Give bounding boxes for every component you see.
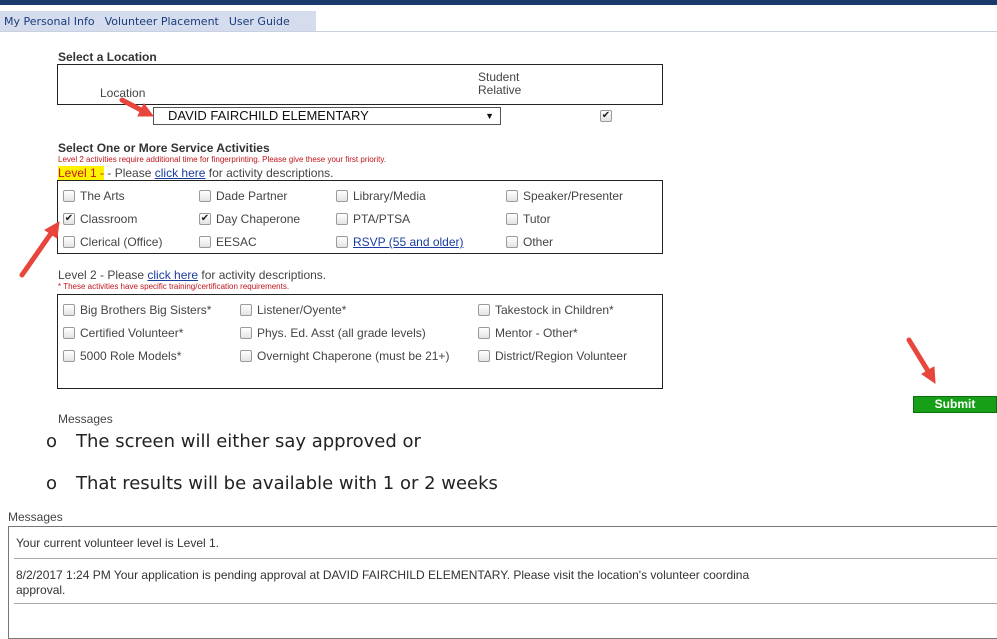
level2-priority-note: Level 2 activities require additional ti…	[58, 155, 387, 164]
level2-click-here-link[interactable]: click here	[147, 268, 198, 282]
checkmark-icon: ✔	[200, 213, 210, 224]
checkmark-icon: ✔	[601, 110, 611, 121]
checkmark-icon: ✔	[64, 213, 74, 224]
level2-description-line: Level 2 - Please click here for activity…	[58, 268, 327, 282]
location-select[interactable]: DAVID FAIRCHILD ELEMENTARY ▼	[153, 107, 501, 125]
level1-label-other: Other	[523, 235, 554, 249]
level1-label-dade-partner: Dade Partner	[216, 189, 288, 203]
level1-checkbox-clerical-office[interactable]	[63, 236, 75, 248]
level2-checkbox-mentor-other[interactable]	[478, 327, 490, 339]
level2-label-takestock-in-children: Takestock in Children*	[495, 303, 614, 317]
message-pending-approval: 8/2/2017 1:24 PM Your application is pen…	[16, 568, 750, 582]
level2-checkbox-5000-role-models[interactable]	[63, 350, 75, 362]
arrow-to-classroom-icon	[19, 221, 60, 278]
messages-panel: Your current volunteer level is Level 1.…	[8, 526, 997, 639]
student-relative-label-1: Student	[478, 70, 520, 84]
level1-label-rsvp-55-and-older[interactable]: RSVP (55 and older)	[353, 235, 464, 249]
arrow-to-submit-icon	[906, 337, 936, 384]
level1-highlight: Level 1 -	[58, 166, 105, 180]
level2-checkbox-overnight-chaperone-must-be-21[interactable]	[240, 350, 252, 362]
bullet-results-available: o That results will be available with 1 o…	[46, 473, 498, 494]
level2-label-mentor-other: Mentor - Other*	[495, 326, 578, 340]
location-heading: Select a Location	[58, 50, 157, 64]
location-select-value: DAVID FAIRCHILD ELEMENTARY	[168, 108, 369, 123]
level2-training-note: * These activities have specific trainin…	[58, 282, 290, 291]
messages-label-top: Messages	[58, 412, 113, 426]
level2-checkbox-big-brothers-big-sisters[interactable]	[63, 304, 75, 316]
submit-button[interactable]: Submit	[913, 396, 997, 413]
level2-label-big-brothers-big-sisters: Big Brothers Big Sisters*	[80, 303, 212, 317]
message-divider	[14, 603, 997, 604]
dropdown-arrow-icon: ▼	[485, 111, 494, 121]
message-current-level: Your current volunteer level is Level 1.	[16, 536, 220, 550]
level1-label-classroom: Classroom	[80, 212, 138, 226]
level1-label-clerical-office: Clerical (Office)	[80, 235, 163, 249]
level1-label-eesac: EESAC	[216, 235, 257, 249]
level2-label-phys-ed-asst-all-grade-levels: Phys. Ed. Asst (all grade levels)	[257, 326, 426, 340]
messages-label: Messages	[8, 510, 63, 524]
level1-checkbox-the-arts[interactable]	[63, 190, 75, 202]
level1-checkbox-classroom[interactable]: ✔	[63, 213, 75, 225]
level1-checkbox-speaker-presenter[interactable]	[506, 190, 518, 202]
level1-label-speaker-presenter: Speaker/Presenter	[523, 189, 624, 203]
level1-checkbox-rsvp-55-and-older[interactable]	[336, 236, 348, 248]
nav-user-guide[interactable]: User Guide	[229, 15, 290, 28]
location-box: Location Student Relative	[57, 64, 663, 105]
level2-checkbox-phys-ed-asst-all-grade-levels[interactable]	[240, 327, 252, 339]
level1-checkbox-day-chaperone[interactable]: ✔	[199, 213, 211, 225]
level1-checkbox-dade-partner[interactable]	[199, 190, 211, 202]
activities-heading: Select One or More Service Activities	[58, 141, 270, 155]
nav-divider	[0, 31, 997, 32]
nav-volunteer-placement[interactable]: Volunteer Placement	[105, 15, 219, 28]
level1-checkbox-library-media[interactable]	[336, 190, 348, 202]
nav-my-personal-info[interactable]: My Personal Info	[4, 15, 95, 28]
level2-checkbox-takestock-in-children[interactable]	[478, 304, 490, 316]
level1-click-here-link[interactable]: click here	[155, 166, 206, 180]
level1-label-day-chaperone: Day Chaperone	[216, 212, 301, 226]
level1-description-line: Level 1 - - Please click here for activi…	[58, 166, 334, 180]
bullet-approved: o The screen will either say approved or	[46, 431, 421, 452]
student-relative-checkbox[interactable]: ✔	[600, 110, 612, 122]
level2-label-listener-oyente: Listener/Oyente*	[257, 303, 347, 317]
level1-label-library-media: Library/Media	[353, 189, 426, 203]
level1-checkbox-eesac[interactable]	[199, 236, 211, 248]
level2-checkbox-listener-oyente[interactable]	[240, 304, 252, 316]
location-column-label: Location	[100, 86, 146, 100]
level2-checkbox-district-region-volunteer[interactable]	[478, 350, 490, 362]
level1-label-the-arts: The Arts	[80, 189, 125, 203]
top-nav: My Personal Info Volunteer Placement Use…	[0, 11, 316, 31]
level1-label-pta-ptsa: PTA/PTSA	[353, 212, 411, 226]
message-pending-approval-cont: approval.	[16, 583, 66, 597]
level2-label-5000-role-models: 5000 Role Models*	[80, 349, 182, 363]
student-relative-label-2: Relative	[478, 83, 522, 97]
level1-label-tutor: Tutor	[523, 212, 551, 226]
level2-label-certified-volunteer: Certified Volunteer*	[80, 326, 184, 340]
level2-label-overnight-chaperone-must-be-21: Overnight Chaperone (must be 21+)	[257, 349, 450, 363]
level1-checkbox-other[interactable]	[506, 236, 518, 248]
level2-label-district-region-volunteer: District/Region Volunteer	[495, 349, 628, 363]
message-divider	[14, 558, 997, 559]
level1-checkbox-pta-ptsa[interactable]	[336, 213, 348, 225]
level2-checkbox-certified-volunteer[interactable]	[63, 327, 75, 339]
level1-checkbox-tutor[interactable]	[506, 213, 518, 225]
